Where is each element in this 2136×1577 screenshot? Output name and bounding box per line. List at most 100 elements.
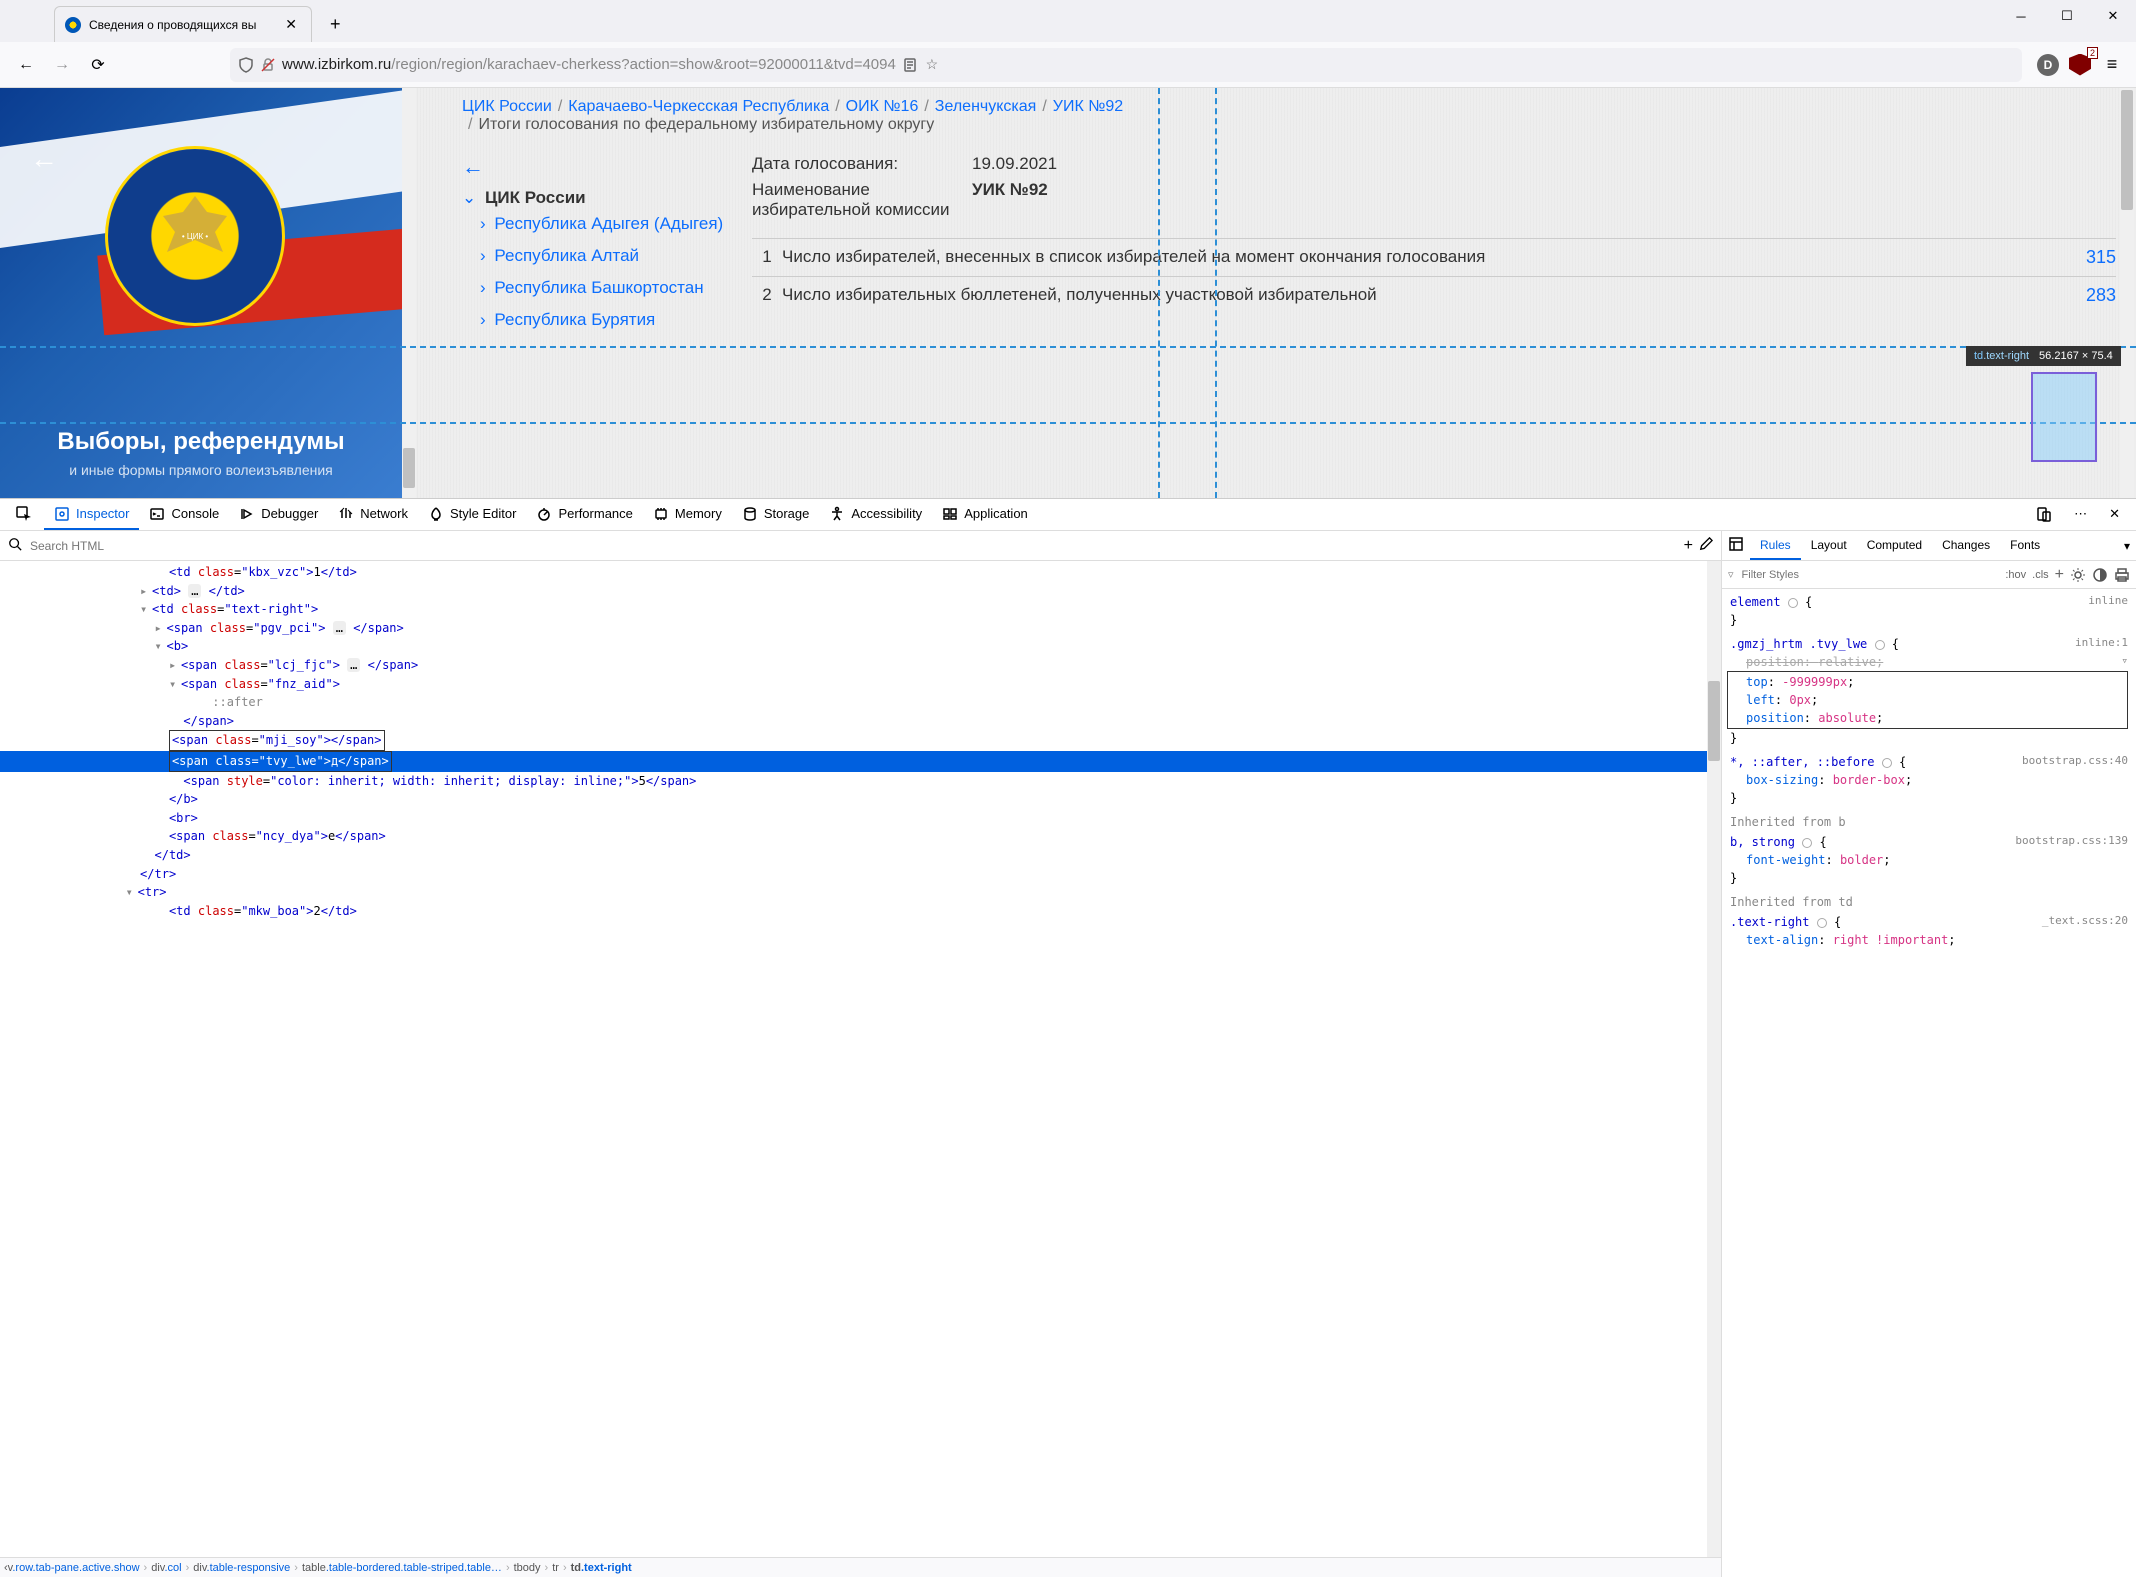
bookmark-star-icon[interactable]: ☆: [924, 57, 940, 73]
browser-tab[interactable]: Сведения о проводящихся вы ✕: [54, 6, 312, 42]
style-tab-changes[interactable]: Changes: [1932, 532, 2000, 560]
crumb-item[interactable]: div.col: [151, 1562, 181, 1574]
style-tabs: RulesLayoutComputedChangesFonts ▾: [1722, 531, 2136, 561]
style-tab-layout[interactable]: Layout: [1801, 532, 1857, 560]
breadcrumb-item[interactable]: ОИК №16: [846, 98, 919, 115]
print-mode-icon[interactable]: [2114, 567, 2130, 583]
css-rule[interactable]: b, strong {bootstrap.css:139font-weight:…: [1730, 833, 2128, 887]
tree-item[interactable]: › Республика Башкортостан: [462, 272, 752, 304]
devtools-tab-inspector[interactable]: Inspector: [44, 500, 139, 530]
row-number: 2: [752, 285, 782, 306]
tree-item[interactable]: › Республика Алтай: [462, 240, 752, 272]
style-tabs-dropdown[interactable]: ▾: [2124, 539, 2130, 553]
responsive-mode-button[interactable]: [2026, 500, 2062, 530]
crumb-item[interactable]: table.table-bordered.table-striped.table…: [302, 1562, 502, 1574]
code-line[interactable]: <td class="mkw_boa">2</td>: [0, 902, 1721, 921]
crumb-item[interactable]: div.table-responsive: [193, 1562, 290, 1574]
code-line[interactable]: <span class="tvy_lwe">д</span>: [0, 751, 1721, 772]
code-line[interactable]: ▾<b>: [0, 637, 1721, 656]
tree-back-button[interactable]: ←: [462, 154, 752, 180]
inspect-picker-button[interactable]: [6, 500, 42, 530]
breadcrumb-item[interactable]: Зеленчукская: [935, 98, 1037, 115]
layout-panel-icon[interactable]: [1728, 536, 1744, 555]
crumb-item[interactable]: v.row.tab-pane.active.show: [8, 1562, 140, 1574]
tree-item[interactable]: › Республика Адыгея (Адыгея): [462, 208, 752, 240]
hov-toggle[interactable]: :hov: [2005, 569, 2026, 581]
filter-icon: ▿: [1728, 568, 1734, 581]
devtools-tab-storage[interactable]: Storage: [732, 500, 820, 530]
devtools-tab-performance[interactable]: Performance: [526, 500, 642, 530]
devtools-tabs: InspectorConsoleDebuggerNetworkStyle Edi…: [0, 499, 2136, 531]
tree-item[interactable]: › Республика Бурятия: [462, 304, 752, 336]
extension-badge[interactable]: D: [2034, 51, 2062, 79]
ublock-icon[interactable]: 2: [2066, 51, 2094, 79]
code-line[interactable]: <br>: [0, 809, 1721, 828]
light-mode-icon[interactable]: [2070, 567, 2086, 583]
code-line[interactable]: </span>: [0, 712, 1721, 731]
css-rule[interactable]: *, ::after, ::before {bootstrap.css:40bo…: [1730, 753, 2128, 807]
dark-mode-icon[interactable]: [2092, 567, 2108, 583]
breadcrumb-item[interactable]: Карачаево-Черкесская Республика: [568, 98, 829, 115]
crumb-item[interactable]: td.text-right: [571, 1562, 632, 1574]
devtools-tab-memory[interactable]: Memory: [643, 500, 732, 530]
devtools-tab-debugger[interactable]: Debugger: [229, 500, 328, 530]
crumb-item[interactable]: tr: [552, 1562, 559, 1574]
forward-button[interactable]: →: [46, 49, 78, 81]
style-tab-computed[interactable]: Computed: [1857, 532, 1932, 560]
window-close-button[interactable]: ✕: [2090, 0, 2136, 32]
sidebar-back-button[interactable]: ←: [30, 143, 58, 175]
breadcrumb-item[interactable]: ЦИК России: [462, 98, 552, 115]
url-bar[interactable]: www.izbirkom.ru/region/region/karachaev-…: [230, 48, 2022, 82]
devtools-more-button[interactable]: ⋯: [2064, 500, 2097, 530]
menu-button[interactable]: ≡: [2098, 51, 2126, 79]
css-rule[interactable]: element {inline}: [1730, 593, 2128, 629]
dom-breadcrumbs[interactable]: ‹ v.row.tab-pane.active.show›div.col›div…: [0, 1557, 1721, 1577]
search-html-input[interactable]: [28, 538, 1678, 554]
code-line[interactable]: ▸<span class="lcj_fjc"> … </span>: [0, 656, 1721, 675]
devtools-close-button[interactable]: ✕: [2099, 500, 2130, 530]
window-minimize-button[interactable]: ─: [1998, 0, 2044, 32]
back-button[interactable]: ←: [10, 49, 42, 81]
reload-button[interactable]: ⟳: [82, 49, 114, 81]
css-rule[interactable]: .gmzj_hrtm .tvy_lwe {inline:1▿position: …: [1730, 635, 2128, 747]
devtools-tab-network[interactable]: Network: [328, 500, 418, 530]
tree-root[interactable]: ⌄ ЦИК России: [462, 188, 752, 208]
code-line[interactable]: <td class="kbx_vzc">1</td>: [0, 563, 1721, 582]
code-line[interactable]: ▸<span class="pgv_pci"> … </span>: [0, 619, 1721, 638]
code-line[interactable]: ▾<tr>: [0, 883, 1721, 902]
css-rule[interactable]: .text-right {_text.scss:20text-align: ri…: [1730, 913, 2128, 949]
style-tab-rules[interactable]: Rules: [1750, 532, 1801, 560]
code-line[interactable]: ▾<td class="text-right">: [0, 600, 1721, 619]
code-line[interactable]: ::after: [0, 693, 1721, 712]
code-line[interactable]: ▾<span class="fnz_aid">: [0, 675, 1721, 694]
add-rule-button[interactable]: +: [2055, 566, 2064, 584]
code-line[interactable]: </b>: [0, 790, 1721, 809]
breadcrumb-item[interactable]: УИК №92: [1053, 98, 1123, 115]
code-line[interactable]: <span class="ncy_dya">e</span>: [0, 827, 1721, 846]
row-value[interactable]: 315: [2056, 247, 2116, 268]
tab-close-button[interactable]: ✕: [281, 14, 301, 35]
row-value[interactable]: 283: [2056, 285, 2116, 306]
code-line[interactable]: </tr>: [0, 865, 1721, 884]
code-scrollbar[interactable]: [1707, 561, 1721, 1557]
code-line[interactable]: ▸<td> … </td>: [0, 582, 1721, 601]
cls-toggle[interactable]: .cls: [2032, 569, 2049, 581]
new-tab-button[interactable]: +: [322, 12, 349, 37]
window-maximize-button[interactable]: ☐: [2044, 0, 2090, 32]
code-line[interactable]: <span class="mji_soy"></span>: [0, 730, 1721, 751]
css-rules[interactable]: element {inline} .gmzj_hrtm .tvy_lwe {inl…: [1722, 589, 2136, 1577]
style-tab-fonts[interactable]: Fonts: [2000, 532, 2050, 560]
code-line[interactable]: </td>: [0, 846, 1721, 865]
crumb-item[interactable]: tbody: [514, 1562, 541, 1574]
content-scrollbar[interactable]: [2120, 88, 2134, 498]
devtools-tab-console[interactable]: Console: [139, 500, 229, 530]
dom-tree[interactable]: <td class="kbx_vzc">1</td> ▸<td> … </td>…: [0, 561, 1721, 1557]
devtools-tab-accessibility[interactable]: Accessibility: [819, 500, 932, 530]
reader-mode-icon[interactable]: [902, 57, 918, 73]
filter-styles-input[interactable]: [1740, 568, 2000, 582]
eyedropper-icon[interactable]: [1699, 537, 1713, 554]
devtools-tab-style-editor[interactable]: Style Editor: [418, 500, 526, 530]
add-node-button[interactable]: +: [1684, 537, 1693, 555]
devtools-tab-application[interactable]: Application: [932, 500, 1038, 530]
code-line[interactable]: <span style="color: inherit; width: inhe…: [0, 772, 1721, 791]
